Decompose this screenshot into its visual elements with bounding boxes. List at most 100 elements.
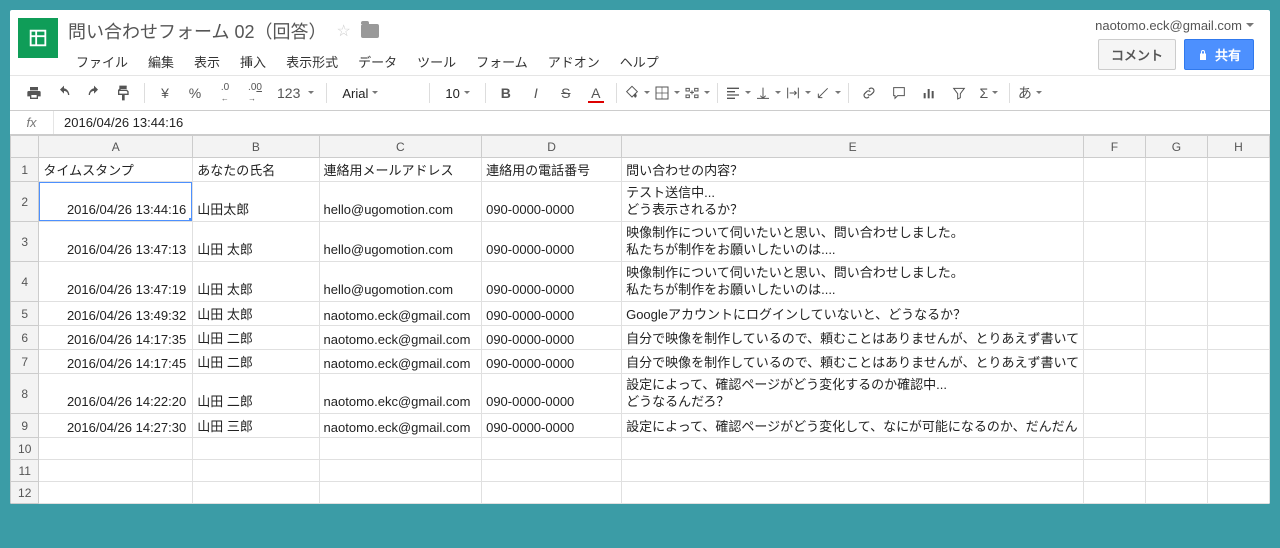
text-color-icon[interactable]: A xyxy=(582,80,610,106)
font-dropdown[interactable]: Arial xyxy=(333,83,423,104)
row-header-12[interactable]: 12 xyxy=(11,482,39,504)
cell[interactable] xyxy=(39,460,193,482)
decrease-decimal-icon[interactable]: .0← xyxy=(211,80,239,106)
italic-icon[interactable]: I xyxy=(522,80,550,106)
cell[interactable] xyxy=(319,438,482,460)
cell[interactable] xyxy=(193,482,319,504)
cell[interactable]: 090-0000-0000 xyxy=(482,414,622,438)
cell[interactable] xyxy=(1145,350,1207,374)
cell[interactable]: naotomo.ekc@gmail.com xyxy=(319,374,482,414)
row-header-6[interactable]: 6 xyxy=(11,326,39,350)
h-align-icon[interactable] xyxy=(724,80,752,106)
cell[interactable]: 問い合わせの内容？ xyxy=(622,158,1084,182)
menu-データ[interactable]: データ xyxy=(350,48,405,75)
fill-color-icon[interactable] xyxy=(623,80,651,106)
cell[interactable] xyxy=(1084,158,1146,182)
chart-icon[interactable] xyxy=(915,80,943,106)
cell[interactable] xyxy=(1145,374,1207,414)
menu-ファイル[interactable]: ファイル xyxy=(68,48,136,75)
sheets-app-icon[interactable] xyxy=(18,18,58,58)
cell[interactable] xyxy=(1145,482,1207,504)
cell[interactable] xyxy=(1084,182,1146,222)
cell[interactable]: hello@ugomotion.com xyxy=(319,262,482,302)
cell[interactable] xyxy=(1208,222,1270,262)
cell[interactable]: naotomo.eck@gmail.com xyxy=(319,414,482,438)
cell[interactable]: 2016/04/26 14:17:35 xyxy=(39,326,193,350)
cell[interactable]: 090-0000-0000 xyxy=(482,326,622,350)
cell[interactable] xyxy=(1145,262,1207,302)
user-email[interactable]: naotomo.eck@gmail.com xyxy=(1095,18,1254,33)
menu-表示形式[interactable]: 表示形式 xyxy=(278,48,346,75)
undo-icon[interactable] xyxy=(50,80,78,106)
menu-編集[interactable]: 編集 xyxy=(140,48,182,75)
cell[interactable]: 2016/04/26 14:17:45 xyxy=(39,350,193,374)
filter-icon[interactable] xyxy=(945,80,973,106)
cell[interactable]: テスト送信中... どう表示されるか？ xyxy=(622,182,1084,222)
col-header-D[interactable]: D xyxy=(482,136,622,158)
cell[interactable]: hello@ugomotion.com xyxy=(319,182,482,222)
cell[interactable] xyxy=(622,482,1084,504)
cell[interactable]: 2016/04/26 13:47:19 xyxy=(39,262,193,302)
functions-icon[interactable]: Σ xyxy=(975,80,1003,106)
col-header-B[interactable]: B xyxy=(193,136,319,158)
print-icon[interactable] xyxy=(20,80,48,106)
cell[interactable] xyxy=(622,438,1084,460)
folder-icon[interactable] xyxy=(361,24,379,38)
row-header-1[interactable]: 1 xyxy=(11,158,39,182)
col-header-G[interactable]: G xyxy=(1145,136,1207,158)
wrap-icon[interactable] xyxy=(784,80,812,106)
formula-bar[interactable]: 2016/04/26 13:44:16 xyxy=(54,115,193,130)
strikethrough-icon[interactable]: S xyxy=(552,80,580,106)
cell[interactable] xyxy=(1208,302,1270,326)
cell[interactable] xyxy=(193,438,319,460)
cell[interactable]: 設定によって、確認ページがどう変化するのか確認中... どうなるんだろ？ xyxy=(622,374,1084,414)
cell[interactable] xyxy=(1208,374,1270,414)
cell[interactable] xyxy=(1145,326,1207,350)
number-format-dropdown[interactable]: 123 xyxy=(271,80,320,106)
percent-icon[interactable]: % xyxy=(181,80,209,106)
row-header-10[interactable]: 10 xyxy=(11,438,39,460)
cell[interactable] xyxy=(1145,302,1207,326)
cell[interactable] xyxy=(1145,438,1207,460)
comment-icon[interactable] xyxy=(885,80,913,106)
rotate-icon[interactable] xyxy=(814,80,842,106)
cell[interactable]: 090-0000-0000 xyxy=(482,222,622,262)
col-header-F[interactable]: F xyxy=(1084,136,1146,158)
cell[interactable] xyxy=(1084,302,1146,326)
cell[interactable]: 090-0000-0000 xyxy=(482,350,622,374)
link-icon[interactable] xyxy=(855,80,883,106)
menu-アドオン[interactable]: アドオン xyxy=(540,48,608,75)
col-header-H[interactable]: H xyxy=(1208,136,1270,158)
cell[interactable]: 2016/04/26 13:49:32 xyxy=(39,302,193,326)
redo-icon[interactable] xyxy=(80,80,108,106)
cell[interactable] xyxy=(39,482,193,504)
cell[interactable] xyxy=(1208,482,1270,504)
cell[interactable] xyxy=(1208,262,1270,302)
increase-decimal-icon[interactable]: .00→ xyxy=(241,80,269,106)
cell[interactable]: 山田 太郎 xyxy=(193,302,319,326)
cell[interactable]: 090-0000-0000 xyxy=(482,182,622,222)
cell[interactable]: 山田 三郎 xyxy=(193,414,319,438)
cell[interactable]: 自分で映像を制作しているので、頼むことはありませんが、とりあえず書いて xyxy=(622,350,1084,374)
paint-format-icon[interactable] xyxy=(110,80,138,106)
doc-title[interactable]: 問い合わせフォーム 02（回答） xyxy=(68,18,326,44)
cell[interactable] xyxy=(482,482,622,504)
cell[interactable]: 2016/04/26 13:47:13 xyxy=(39,222,193,262)
cell[interactable] xyxy=(1084,482,1146,504)
cell[interactable] xyxy=(1084,374,1146,414)
v-align-icon[interactable] xyxy=(754,80,782,106)
cell[interactable] xyxy=(1084,460,1146,482)
cell[interactable]: 山田 二郎 xyxy=(193,374,319,414)
star-icon[interactable]: ☆ xyxy=(336,21,350,41)
cell[interactable] xyxy=(1145,158,1207,182)
cell[interactable]: 090-0000-0000 xyxy=(482,302,622,326)
select-all-corner[interactable] xyxy=(11,136,39,158)
row-header-7[interactable]: 7 xyxy=(11,350,39,374)
cell[interactable] xyxy=(1208,438,1270,460)
menu-挿入[interactable]: 挿入 xyxy=(232,48,274,75)
input-method-icon[interactable]: あ xyxy=(1016,80,1044,106)
cell[interactable]: 2016/04/26 13:44:16 xyxy=(39,182,193,222)
col-header-A[interactable]: A xyxy=(39,136,193,158)
menu-表示[interactable]: 表示 xyxy=(186,48,228,75)
row-header-8[interactable]: 8 xyxy=(11,374,39,414)
